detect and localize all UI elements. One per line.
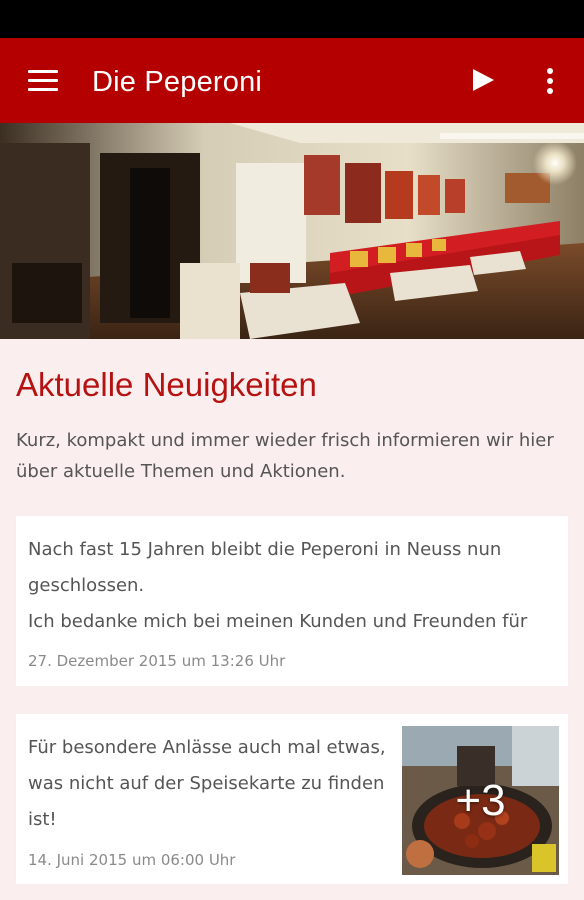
news-card-text: Für besondere Anlässe auch mal etwas, wa…	[28, 737, 386, 830]
news-text-line: Ich bedanke mich bei meinen Kunden und F…	[28, 611, 528, 632]
news-card-text: Nach fast 15 Jahren bleibt die Peperoni …	[28, 532, 584, 640]
news-thumbnail[interactable]: +3	[402, 726, 559, 875]
news-date: 14. Juni 2015 um 06:00 Uhr	[28, 851, 236, 869]
hero-image	[0, 123, 584, 339]
menu-icon[interactable]	[28, 68, 58, 92]
news-card[interactable]: Für besondere Anlässe auch mal etwas, wa…	[16, 714, 568, 884]
news-text-line: geschlossen.	[28, 575, 145, 596]
section-title: Aktuelle Neuigkeiten	[16, 366, 317, 403]
news-card[interactable]: Nach fast 15 Jahren bleibt die Peperoni …	[16, 516, 568, 686]
more-images-count: +3	[455, 775, 506, 825]
app-title: Die Peperoni	[92, 66, 263, 98]
news-date: 27. Dezember 2015 um 13:26 Uhr	[28, 652, 286, 670]
play-icon[interactable]	[470, 67, 496, 93]
status-bar	[0, 0, 584, 38]
more-vert-icon[interactable]	[540, 66, 560, 96]
section-intro: Kurz, kompakt und immer wieder frisch in…	[16, 430, 554, 482]
news-text-line: Nach fast 15 Jahren bleibt die Peperoni …	[28, 539, 502, 560]
app-toolbar: Die Peperoni	[0, 38, 584, 123]
